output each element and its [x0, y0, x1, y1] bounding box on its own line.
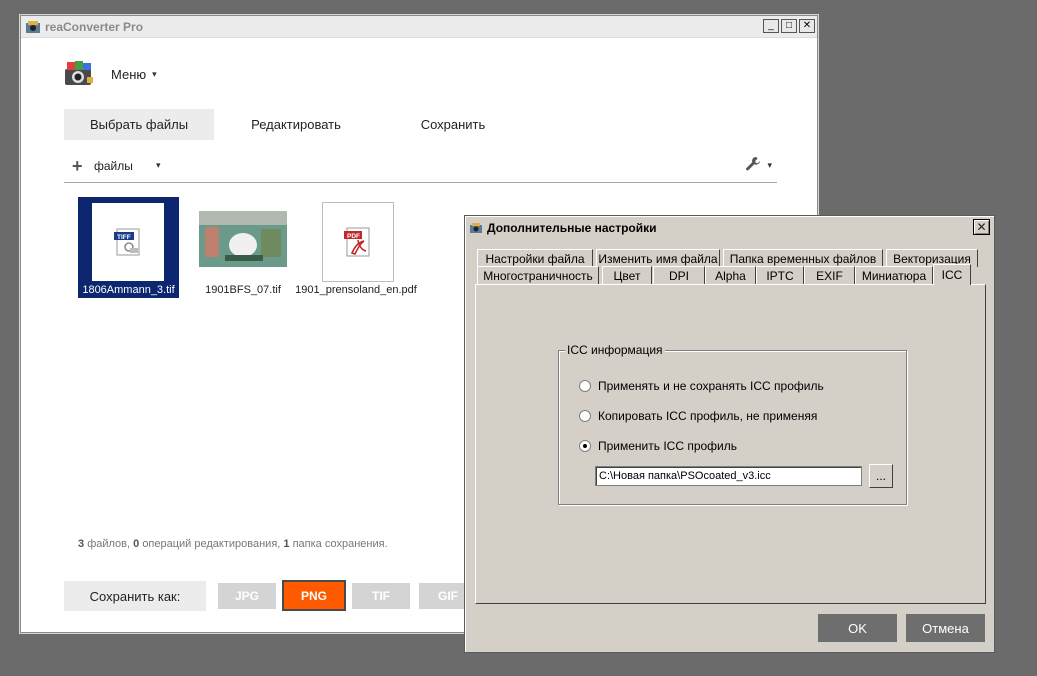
group-title: ICC информация [565, 343, 665, 357]
tab-icc[interactable]: ICC [933, 264, 971, 285]
file-name: 1806Ammann_3.tif [82, 284, 175, 296]
radio-button[interactable] [579, 380, 591, 392]
tab-color[interactable]: Цвет [602, 266, 652, 284]
summary-text: 3 файлов, 0 операций редактирования, 1 п… [78, 538, 388, 550]
icc-info-group: ICC информация Применять и не сохранять … [558, 343, 907, 505]
files-count: 3 [78, 538, 85, 550]
title-bar[interactable]: reaConverter Pro _ □ ✕ [21, 16, 817, 38]
maximize-button[interactable]: □ [781, 19, 797, 33]
image-thumbnail [199, 211, 287, 267]
tab-exif[interactable]: EXIF [804, 266, 855, 284]
icc-path-input[interactable] [595, 466, 862, 486]
tab-iptc[interactable]: IPTC [756, 266, 804, 284]
radio-label: Применять и не сохранять ICC профиль [598, 379, 824, 393]
tab-file-settings[interactable]: Настройки файла [477, 249, 593, 267]
main-menu[interactable]: Меню ▾ [63, 60, 157, 88]
tab-temp-folder[interactable]: Папка временных файлов [723, 249, 883, 267]
add-files-button[interactable]: файлы [94, 159, 133, 173]
tab-thumbnail[interactable]: Миниатюра [855, 266, 933, 284]
file-thumbnail: PDF [322, 202, 394, 282]
chevron-down-icon[interactable]: ▾ [767, 160, 772, 171]
file-item[interactable]: TIFF 1806Ammann_3.tif [78, 197, 179, 298]
format-jpg-button[interactable]: JPG [218, 583, 276, 609]
tab-alpha[interactable]: Alpha [705, 266, 756, 284]
pdf-file-icon: PDF [344, 227, 370, 257]
plus-icon[interactable]: + [72, 156, 83, 177]
radio-label: Копировать ICC профиль, не применяя [598, 409, 818, 423]
folders-count: 1 [283, 538, 290, 550]
file-name: 1901BFS_07.tif [205, 284, 281, 296]
tab-select-files[interactable]: Выбрать файлы [64, 109, 214, 140]
file-thumbnail: TIFF [92, 203, 164, 281]
tiff-badge: TIFF [117, 234, 131, 241]
wrench-icon[interactable] [745, 156, 761, 172]
dialog-close-button[interactable]: ✕ [973, 219, 990, 235]
operations-text: операций редактирования, [142, 538, 281, 550]
tab-dpi[interactable]: DPI [653, 266, 705, 284]
files-toolbar: + файлы ▾ ▾ [64, 152, 777, 183]
camera-app-icon [65, 61, 93, 85]
cancel-button[interactable]: Отмена [906, 614, 985, 642]
file-name: 1901_prensoland_en.pdf [295, 284, 417, 296]
ok-button[interactable]: OK [818, 614, 897, 642]
tab-multipage[interactable]: Многостраничность [477, 266, 599, 284]
menu-label: Меню [111, 66, 147, 82]
files-text: файлов, [87, 538, 131, 550]
tab-rename-file[interactable]: Изменить имя файла [596, 249, 720, 267]
browse-button[interactable]: ... [869, 464, 893, 488]
radio-button-selected[interactable] [579, 440, 591, 452]
operations-count: 0 [133, 538, 140, 550]
file-item[interactable]: PDF 1901_prensoland_en.pdf [291, 202, 421, 298]
radio-copy-no-apply[interactable]: Копировать ICC профиль, не применяя [579, 409, 817, 423]
dialog-title: Дополнительные настройки [487, 221, 657, 235]
dialog-app-icon [470, 223, 482, 233]
window-title: reaConverter Pro [45, 20, 144, 34]
advanced-settings-dialog: Дополнительные настройки ✕ Настройки фай… [464, 215, 995, 653]
dialog-title-bar[interactable]: Дополнительные настройки ✕ [467, 218, 992, 238]
tiff-file-icon: TIFF [114, 228, 140, 256]
minimize-button[interactable]: _ [763, 19, 779, 33]
icc-tab-panel: ICC информация Применять и не сохранять … [475, 284, 986, 604]
app-icon [26, 21, 40, 33]
radio-apply-no-save[interactable]: Применять и не сохранять ICC профиль [579, 379, 824, 393]
file-item[interactable]: 1901BFS_07.tif [193, 208, 293, 298]
folders-text: папка сохранения. [292, 538, 388, 550]
chevron-down-icon[interactable]: ▾ [156, 160, 161, 171]
radio-button[interactable] [579, 410, 591, 422]
tab-save[interactable]: Сохранить [378, 109, 528, 140]
radio-label: Применить ICC профиль [598, 439, 738, 453]
format-tif-button[interactable]: TIF [352, 583, 410, 609]
tab-edit[interactable]: Редактировать [214, 109, 378, 140]
format-png-button[interactable]: PNG [282, 580, 346, 611]
pdf-badge: PDF [347, 233, 360, 240]
close-button[interactable]: ✕ [799, 19, 815, 33]
radio-apply-profile[interactable]: Применить ICC профиль [579, 439, 737, 453]
main-tabs: Выбрать файлы Редактировать Сохранить [64, 109, 528, 140]
chevron-down-icon: ▾ [152, 68, 157, 79]
save-as-label: Сохранить как: [64, 581, 206, 611]
